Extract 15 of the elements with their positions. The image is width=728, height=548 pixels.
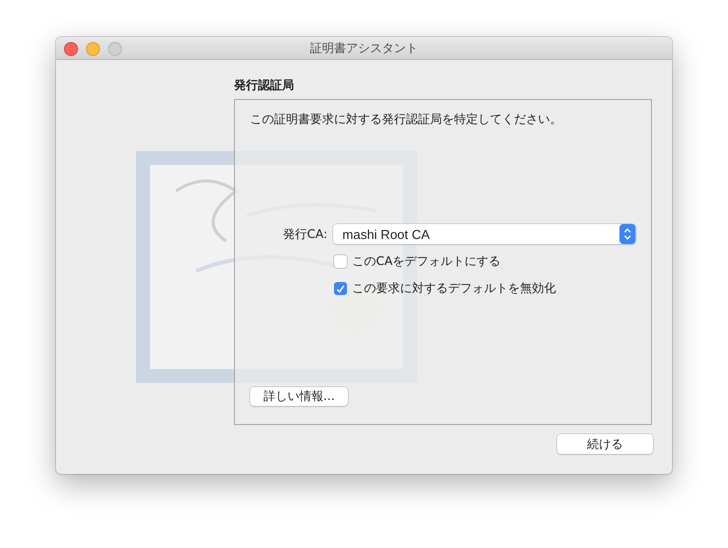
details-button[interactable]: 詳しい情報...: [250, 387, 348, 406]
instruction-text: この証明書要求に対する発行認証局を特定してください。: [250, 111, 563, 128]
issuer-popup[interactable]: mashi Root CA: [333, 224, 636, 244]
checkbox[interactable]: [334, 282, 347, 295]
checkbox-label: この要求に対するデフォルトを無効化: [352, 280, 556, 297]
continue-button[interactable]: 続ける: [557, 434, 653, 454]
issuer-label: 発行CA:: [282, 226, 328, 242]
checkbox[interactable]: [334, 255, 347, 268]
window-title: 証明書アシスタント: [310, 40, 418, 56]
minimize-button[interactable]: [86, 42, 100, 56]
zoom-button[interactable]: [108, 42, 122, 56]
chevron-updown-icon: [619, 224, 636, 244]
section-heading: 発行認証局: [234, 77, 295, 94]
checkbox-label: このCAをデフォルトにする: [352, 253, 501, 270]
close-button[interactable]: [64, 42, 78, 56]
